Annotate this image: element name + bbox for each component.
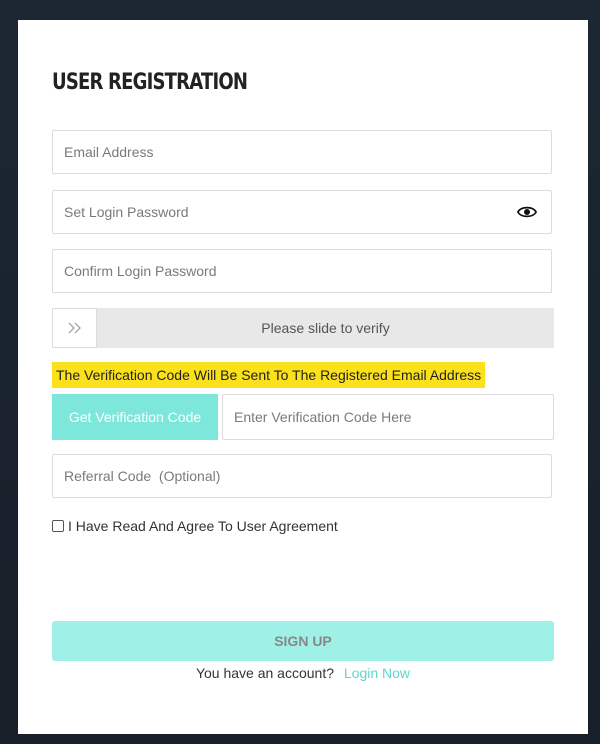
referral-code-field[interactable] — [53, 455, 551, 497]
email-field[interactable] — [53, 131, 551, 173]
get-verification-code-button[interactable]: Get Verification Code — [52, 394, 218, 440]
email-field-container — [52, 130, 552, 174]
slider-handle[interactable] — [52, 308, 97, 348]
registration-modal: USER REGISTRATION Please slide to verify… — [18, 20, 588, 734]
slide-verify: Please slide to verify — [52, 308, 554, 348]
login-prompt: You have an account? Login Now — [52, 665, 554, 681]
agreement-checkbox[interactable] — [52, 520, 64, 532]
referral-field-container — [52, 454, 552, 498]
login-now-link[interactable]: Login Now — [344, 665, 410, 681]
page-title: USER REGISTRATION — [52, 70, 248, 95]
agreement-row: I Have Read And Agree To User Agreement — [52, 517, 338, 535]
agreement-text: I Have Read And Agree To — [68, 518, 237, 534]
verification-notice: The Verification Code Will Be Sent To Th… — [52, 362, 486, 388]
user-agreement-link[interactable]: User Agreement — [237, 518, 338, 534]
verification-code-field-container — [222, 394, 554, 440]
sign-up-button[interactable]: SIGN UP — [52, 621, 554, 661]
confirm-password-field-container — [52, 249, 552, 293]
double-chevron-right-icon — [68, 322, 81, 334]
login-prompt-text: You have an account? — [195, 665, 334, 681]
password-field-container — [52, 190, 552, 234]
eye-icon[interactable] — [517, 204, 537, 220]
slider-text: Please slide to verify — [261, 320, 390, 336]
verification-code-field[interactable] — [223, 395, 553, 439]
password-field[interactable] — [53, 191, 551, 233]
confirm-password-field[interactable] — [53, 250, 551, 292]
